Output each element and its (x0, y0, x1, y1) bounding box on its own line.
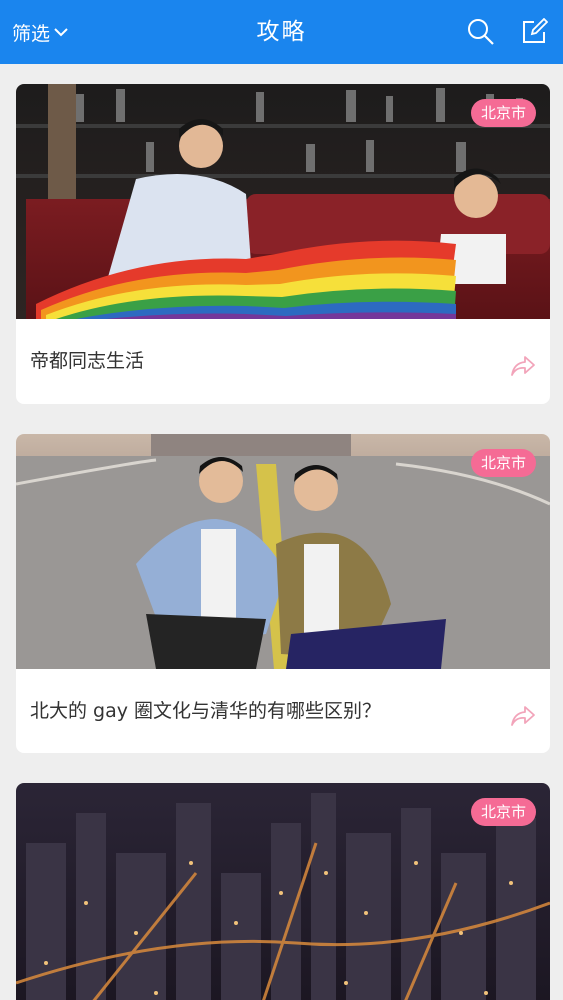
card-title[interactable]: 帝都同志生活 (30, 319, 144, 404)
card-photo: 北京市 (16, 783, 550, 1000)
city-badge[interactable]: 北京市 (470, 449, 536, 477)
card-title[interactable]: 北大的 gay 圈文化与清华的有哪些区别？ (30, 669, 381, 753)
card-photo: 北京市 (16, 434, 550, 669)
search-icon (468, 19, 494, 45)
edit-icon (523, 18, 548, 43)
top-nav-bar: 筛选 攻略 (0, 0, 563, 64)
city-badge[interactable]: 北京市 (470, 99, 536, 127)
card-photo: 北京市 (16, 84, 550, 319)
share-icon[interactable] (510, 705, 536, 727)
guide-card[interactable]: 北京市 帝都同志生活 (16, 84, 550, 404)
guide-feed[interactable]: 北京市 帝都同志生活 北京市 北大的 gay 圈文化与清华的有哪些区别？ 北京市 (0, 64, 563, 1000)
compose-button[interactable] (518, 16, 550, 48)
search-button[interactable] (465, 16, 497, 48)
guide-card[interactable]: 北京市 北大的 gay 圈文化与清华的有哪些区别？ (16, 434, 550, 753)
share-icon[interactable] (510, 355, 536, 377)
city-badge[interactable]: 北京市 (470, 798, 536, 826)
guide-card[interactable]: 北京市 (16, 783, 550, 1000)
